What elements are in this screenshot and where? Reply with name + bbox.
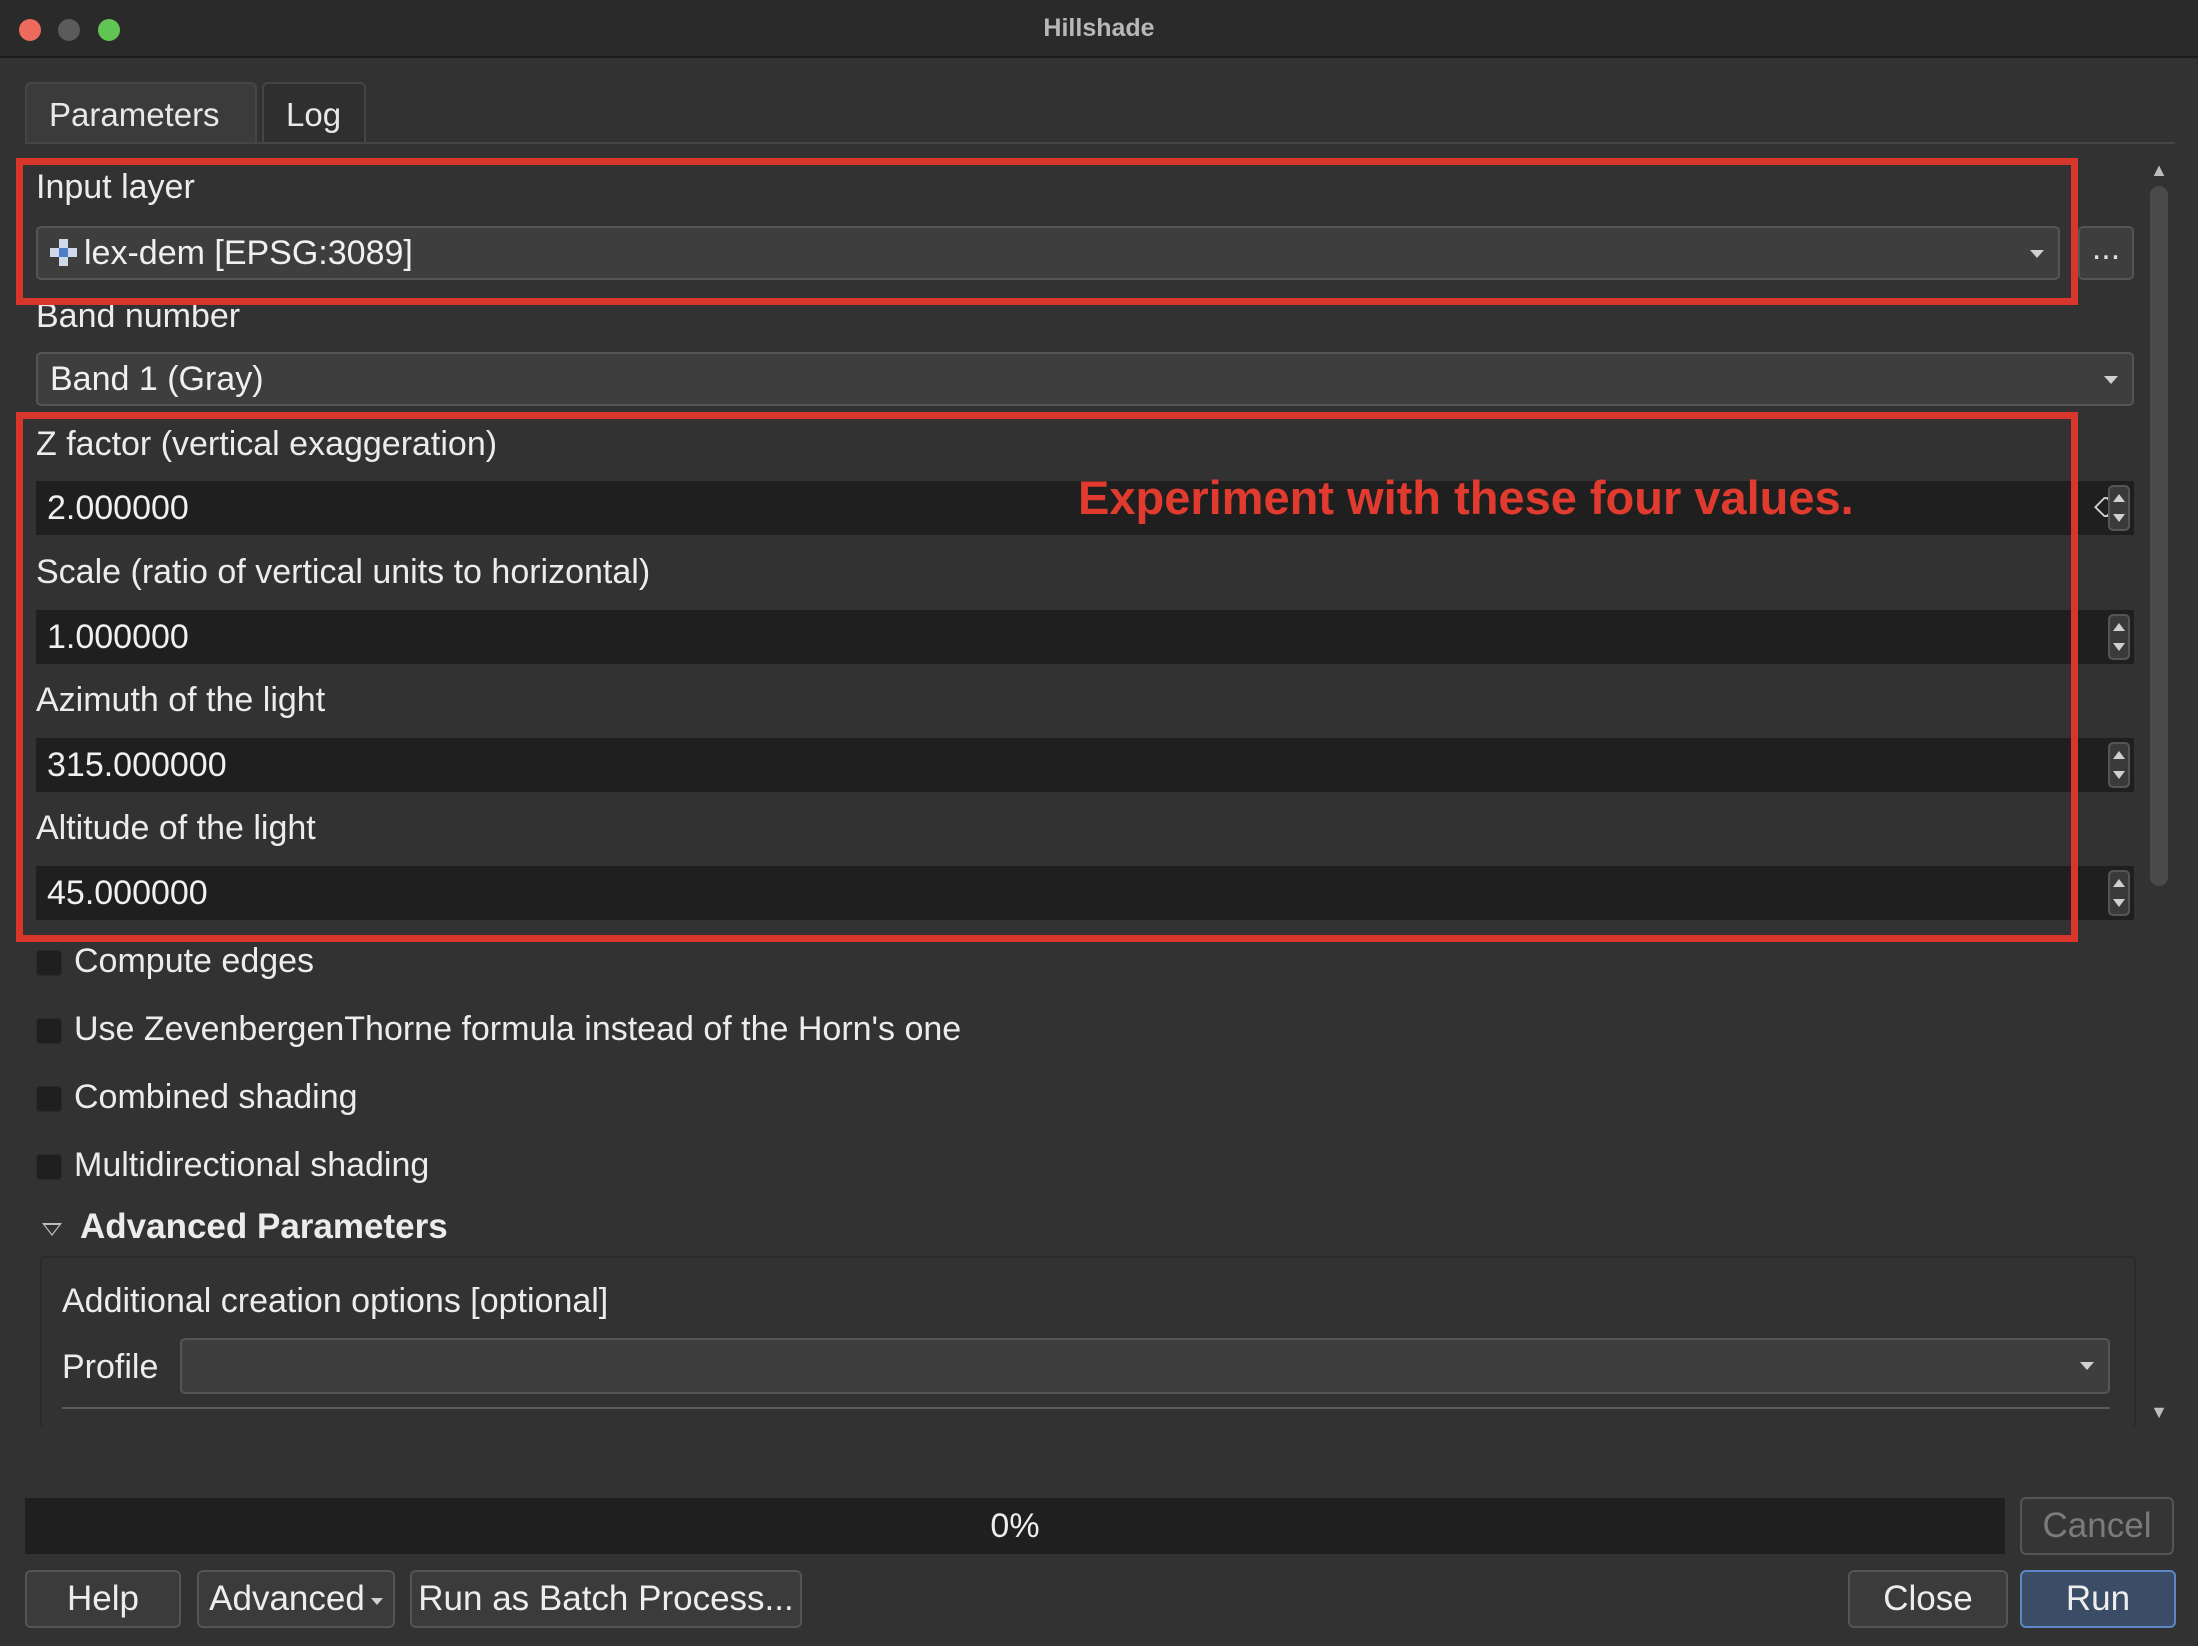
combined-shading-checkbox[interactable] xyxy=(36,1086,62,1112)
run-as-batch-button[interactable]: Run as Batch Process... xyxy=(410,1570,802,1628)
zevenbergen-checkbox[interactable] xyxy=(36,1018,62,1044)
scroll-down-icon[interactable]: ▼ xyxy=(2149,1402,2169,1422)
chevron-down-icon xyxy=(2104,376,2118,384)
compute-edges-label: Compute edges xyxy=(74,942,315,980)
band-number-combobox[interactable]: Band 1 (Gray) xyxy=(36,352,2134,406)
z-factor-stepper[interactable] xyxy=(2108,485,2130,531)
chevron-down-icon xyxy=(2080,1362,2094,1370)
advanced-parameters-header[interactable]: Advanced Parameters xyxy=(80,1207,448,1247)
run-button[interactable]: Run xyxy=(2020,1570,2176,1628)
creation-options-label: Additional creation options [optional] xyxy=(62,1282,609,1320)
help-button[interactable]: Help xyxy=(25,1570,181,1628)
profile-label: Profile xyxy=(62,1348,159,1386)
multidirectional-shading-checkbox[interactable] xyxy=(36,1154,62,1180)
annotation-text: Experiment with these four values. xyxy=(1078,471,1854,524)
options-table-divider xyxy=(62,1407,2110,1409)
altitude-stepper[interactable] xyxy=(2108,870,2130,916)
chevron-down-icon xyxy=(370,1598,383,1605)
compute-edges-checkbox[interactable] xyxy=(36,950,62,976)
profile-combobox[interactable] xyxy=(180,1338,2110,1394)
advanced-button[interactable]: Advanced xyxy=(197,1570,395,1628)
cancel-button[interactable]: Cancel xyxy=(2020,1497,2174,1555)
scrollbar-thumb[interactable] xyxy=(2150,186,2168,886)
scale-stepper[interactable] xyxy=(2108,614,2130,660)
advanced-button-label: Advanced xyxy=(209,1579,365,1618)
tab-parameters[interactable]: Parameters xyxy=(25,82,257,144)
title-bar: Hillshade xyxy=(0,0,2198,58)
collapse-triangle-icon[interactable] xyxy=(42,1223,62,1236)
progress-text: 0% xyxy=(990,1507,1040,1545)
browse-layer-button[interactable]: ... xyxy=(2078,226,2134,280)
close-button[interactable]: Close xyxy=(1848,1570,2008,1628)
scroll-up-icon[interactable]: ▲ xyxy=(2149,160,2169,180)
progress-bar: 0% xyxy=(25,1498,2005,1554)
band-number-value: Band 1 (Gray) xyxy=(50,360,264,398)
multidirectional-shading-label: Multidirectional shading xyxy=(74,1146,430,1184)
azimuth-stepper[interactable] xyxy=(2108,742,2130,788)
zevenbergen-label: Use ZevenbergenThorne formula instead of… xyxy=(74,1010,962,1048)
hillshade-dialog: Hillshade Parameters Log Input layer lex… xyxy=(0,0,2198,1646)
input-layer-highlight xyxy=(16,158,2078,305)
combined-shading-label: Combined shading xyxy=(74,1078,358,1116)
tab-log[interactable]: Log xyxy=(262,82,366,144)
window-title: Hillshade xyxy=(1043,14,1155,42)
